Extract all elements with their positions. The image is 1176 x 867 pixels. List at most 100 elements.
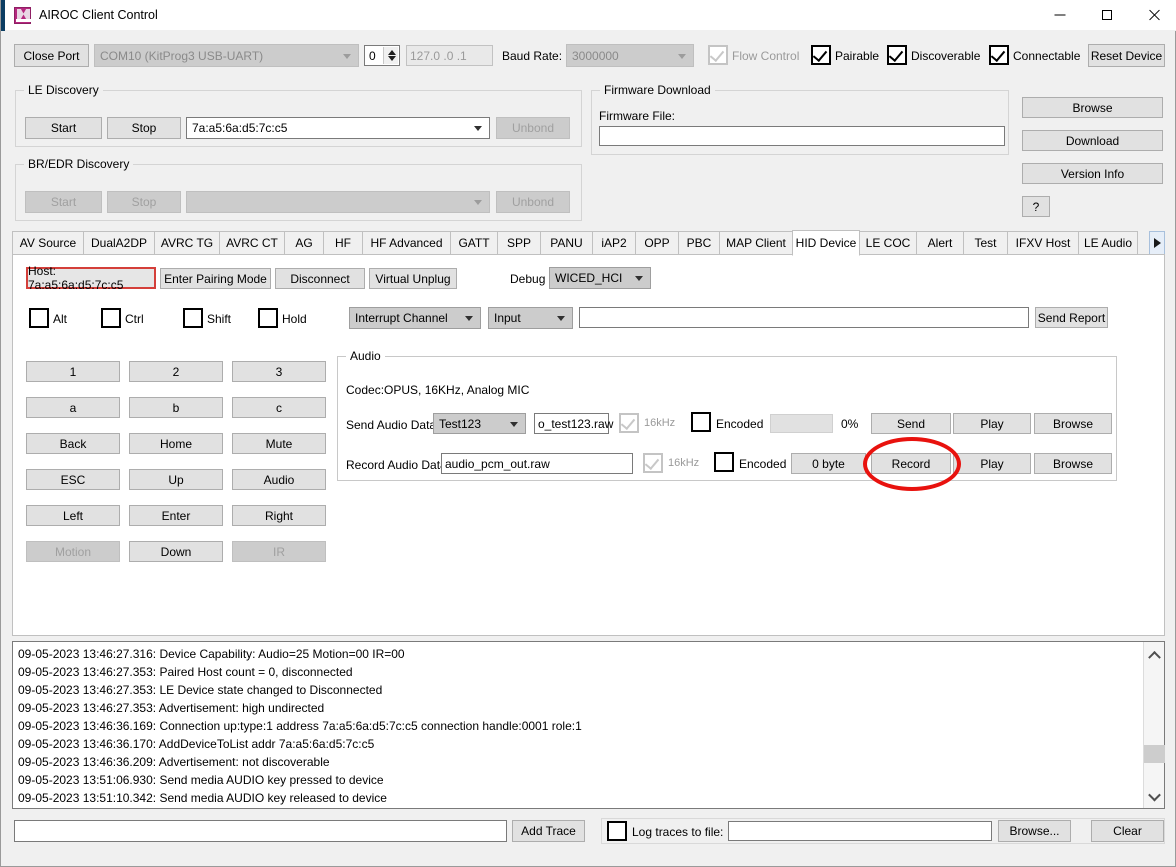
tab-panu[interactable]: PANU <box>540 231 593 255</box>
send-play-button[interactable]: Play <box>953 413 1031 434</box>
connectable-checkbox[interactable] <box>989 45 1009 65</box>
bredr-discovery-device-combo[interactable] <box>186 191 490 213</box>
scrollbar-thumb[interactable] <box>1144 745 1165 763</box>
record-16khz-checkbox[interactable] <box>643 453 663 473</box>
virtual-unplug-button[interactable]: Virtual Unplug <box>369 268 457 289</box>
debug-mode-combo[interactable]: WICED_HCI <box>549 267 651 289</box>
key-button-mute[interactable]: Mute <box>232 433 326 454</box>
maximize-button[interactable] <box>1083 0 1130 30</box>
send-audio-button[interactable]: Send <box>871 413 951 434</box>
key-button-back[interactable]: Back <box>26 433 120 454</box>
spinner-arrows[interactable] <box>383 47 398 64</box>
record-play-button[interactable]: Play <box>953 453 1031 474</box>
le-discovery-stop-button[interactable]: Stop <box>107 117 181 139</box>
ip-address-field[interactable]: 127.0 .0 .1 <box>406 45 493 66</box>
bredr-discovery-unbond-button[interactable]: Unbond <box>496 191 570 213</box>
tab-le-audio[interactable]: LE Audio <box>1078 231 1138 255</box>
bredr-discovery-stop-button[interactable]: Stop <box>107 191 181 213</box>
channel-combo[interactable]: Interrupt Channel <box>349 307 481 329</box>
record-encoded-checkbox[interactable] <box>714 452 734 472</box>
add-trace-button[interactable]: Add Trace <box>512 820 585 842</box>
instance-spinner[interactable]: 0 <box>364 45 400 66</box>
bredr-discovery-start-button[interactable]: Start <box>25 191 102 213</box>
send-report-button[interactable]: Send Report <box>1035 307 1108 328</box>
tab-avrc-tg[interactable]: AVRC TG <box>154 231 220 255</box>
record-button[interactable]: Record <box>871 453 951 474</box>
pairable-checkbox[interactable] <box>811 45 831 65</box>
tab-iap2[interactable]: iAP2 <box>592 231 636 255</box>
key-button-home[interactable]: Home <box>129 433 223 454</box>
key-button-down[interactable]: Down <box>129 541 223 562</box>
le-discovery-start-button[interactable]: Start <box>25 117 102 139</box>
log-file-input[interactable] <box>728 821 992 841</box>
minimize-button[interactable] <box>1036 0 1083 30</box>
le-discovery-device-combo[interactable]: 7a:a5:6a:d5:7c:c5 <box>186 117 490 139</box>
key-button-3[interactable]: 3 <box>232 361 326 382</box>
record-browse-button[interactable]: Browse <box>1034 453 1112 474</box>
key-button-b[interactable]: b <box>129 397 223 418</box>
key-button-right[interactable]: Right <box>232 505 326 526</box>
send-browse-button[interactable]: Browse <box>1034 413 1112 434</box>
version-info-button[interactable]: Version Info <box>1022 163 1163 184</box>
tab-map-client[interactable]: MAP Client <box>719 231 793 255</box>
key-button-up[interactable]: Up <box>129 469 223 490</box>
log-browse-button[interactable]: Browse... <box>998 820 1071 842</box>
firmware-file-input[interactable] <box>599 126 1005 146</box>
tab-scroll-right-button[interactable] <box>1149 231 1165 255</box>
flow-control-checkbox[interactable] <box>708 45 728 65</box>
tab-hf-advanced[interactable]: HF Advanced <box>362 231 451 255</box>
scroll-up-button[interactable] <box>1144 642 1165 666</box>
send-audio-source-combo[interactable]: Test123 <box>433 413 526 434</box>
shift-checkbox[interactable] <box>183 308 203 328</box>
close-port-button[interactable]: Close Port <box>14 44 89 67</box>
tab-ag[interactable]: AG <box>284 231 324 255</box>
help-button[interactable]: ? <box>1022 196 1050 217</box>
tab-pbc[interactable]: PBC <box>678 231 720 255</box>
host-address-button[interactable]: Host: 7a:a5:6a:d5:7c:c5 <box>26 264 156 292</box>
send-encoded-checkbox[interactable] <box>691 412 711 432</box>
record-audio-file-input[interactable]: audio_pcm_out.raw <box>441 453 633 474</box>
key-button-c[interactable]: c <box>232 397 326 418</box>
key-button-enter[interactable]: Enter <box>129 505 223 526</box>
tab-av-source[interactable]: AV Source <box>12 231 84 255</box>
tab-opp[interactable]: OPP <box>635 231 679 255</box>
tab-le-coc[interactable]: LE COC <box>859 231 917 255</box>
report-data-input[interactable] <box>579 307 1029 328</box>
tab-gatt[interactable]: GATT <box>450 231 498 255</box>
trace-input[interactable] <box>14 820 507 842</box>
close-button[interactable] <box>1130 0 1176 30</box>
key-button-1[interactable]: 1 <box>26 361 120 382</box>
log-traces-checkbox[interactable] <box>607 821 627 841</box>
alt-checkbox[interactable] <box>29 308 49 328</box>
disconnect-button[interactable]: Disconnect <box>275 268 365 289</box>
tab-duala2dp[interactable]: DualA2DP <box>83 231 155 255</box>
send-16khz-checkbox[interactable] <box>619 413 639 433</box>
tab-hid-device[interactable]: HID Device <box>792 230 860 256</box>
baud-rate-combo[interactable]: 3000000 <box>566 44 694 67</box>
key-button-2[interactable]: 2 <box>129 361 223 382</box>
key-button-esc[interactable]: ESC <box>26 469 120 490</box>
direction-combo[interactable]: Input <box>488 307 573 329</box>
serial-port-combo[interactable]: COM10 (KitProg3 USB-UART) <box>94 44 359 67</box>
le-discovery-unbond-button[interactable]: Unbond <box>496 117 570 139</box>
scroll-down-button[interactable] <box>1144 784 1165 808</box>
discoverable-checkbox[interactable] <box>887 45 907 65</box>
tab-test[interactable]: Test <box>963 231 1008 255</box>
key-button-left[interactable]: Left <box>26 505 120 526</box>
firmware-download-button[interactable]: Download <box>1022 130 1163 151</box>
trace-log-box[interactable]: 09-05-2023 13:46:27.316: Device Capabili… <box>12 641 1165 809</box>
tab-ifxv-host[interactable]: IFXV Host <box>1007 231 1079 255</box>
key-button-a[interactable]: a <box>26 397 120 418</box>
tab-alert[interactable]: Alert <box>916 231 964 255</box>
firmware-browse-button[interactable]: Browse <box>1022 97 1163 118</box>
reset-device-button[interactable]: Reset Device <box>1088 44 1165 67</box>
hold-checkbox[interactable] <box>258 308 278 328</box>
key-button-audio[interactable]: Audio <box>232 469 326 490</box>
send-audio-file-input[interactable]: o_test123.raw <box>534 413 613 434</box>
tab-spp[interactable]: SPP <box>497 231 541 255</box>
enter-pairing-mode-button[interactable]: Enter Pairing Mode <box>160 268 271 289</box>
clear-log-button[interactable]: Clear <box>1091 820 1164 842</box>
tab-avrc-ct[interactable]: AVRC CT <box>219 231 285 255</box>
log-scrollbar[interactable] <box>1143 642 1165 808</box>
ctrl-checkbox[interactable] <box>101 308 121 328</box>
